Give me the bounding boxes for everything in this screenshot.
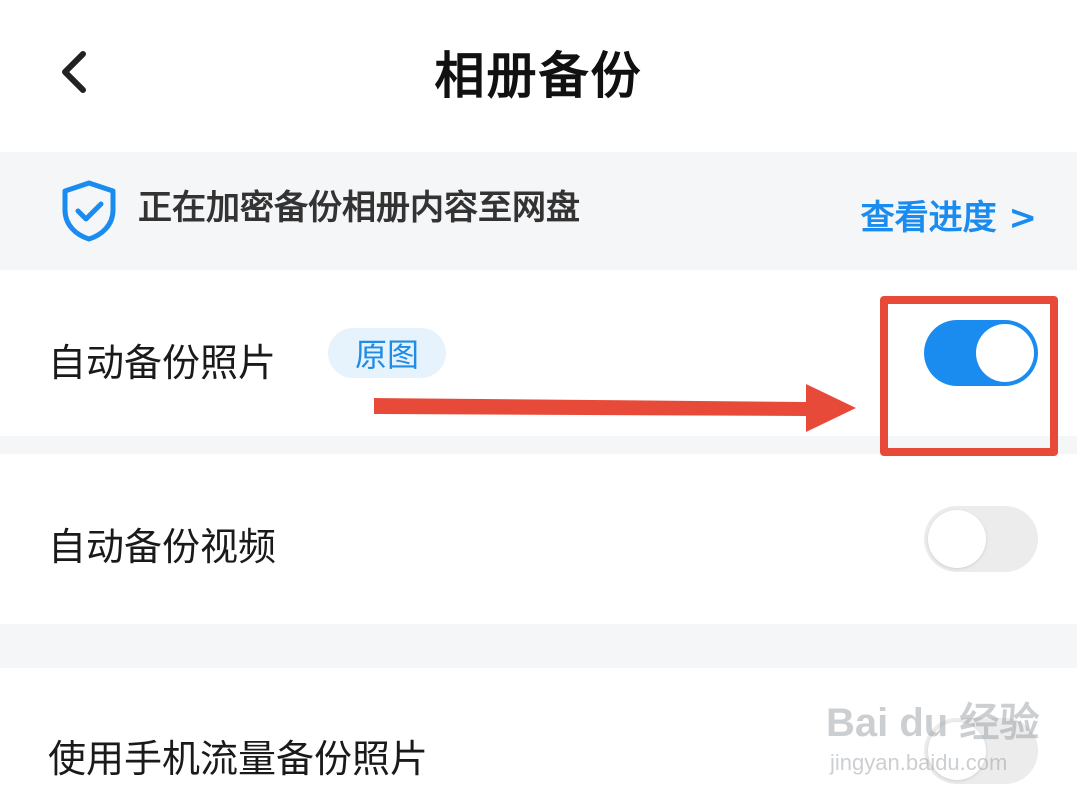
setting-row-auto-videos: 自动备份视频 xyxy=(0,454,1077,624)
banner-text: 正在加密备份相册内容至网盘 xyxy=(138,188,580,228)
page-title: 相册备份 xyxy=(434,47,643,105)
shield-check-icon xyxy=(62,180,116,242)
section-divider xyxy=(0,624,1077,668)
setting-label: 自动备份视频 xyxy=(48,525,277,569)
annotation-highlight-box xyxy=(880,296,1058,456)
backup-status-banner: 正在加密备份相册内容至网盘 查看进度 > xyxy=(0,152,1077,270)
toggle-knob xyxy=(928,510,986,568)
setting-label: 使用手机流量备份照片 xyxy=(48,737,429,781)
view-progress-link[interactable]: 查看进度 > xyxy=(861,190,1037,239)
header: 相册备份 xyxy=(0,0,1077,150)
watermark-url: jingyan.baidu.com xyxy=(830,750,1008,775)
watermark: Bai du 经验 jingyan.baidu.com xyxy=(826,690,1056,790)
watermark-brand: Bai du 经验 xyxy=(826,701,1040,745)
setting-label: 自动备份照片 xyxy=(48,341,277,385)
auto-videos-toggle[interactable] xyxy=(924,506,1038,572)
annotation-arrow-icon xyxy=(374,384,856,432)
original-quality-badge[interactable]: 原图 xyxy=(328,328,446,378)
